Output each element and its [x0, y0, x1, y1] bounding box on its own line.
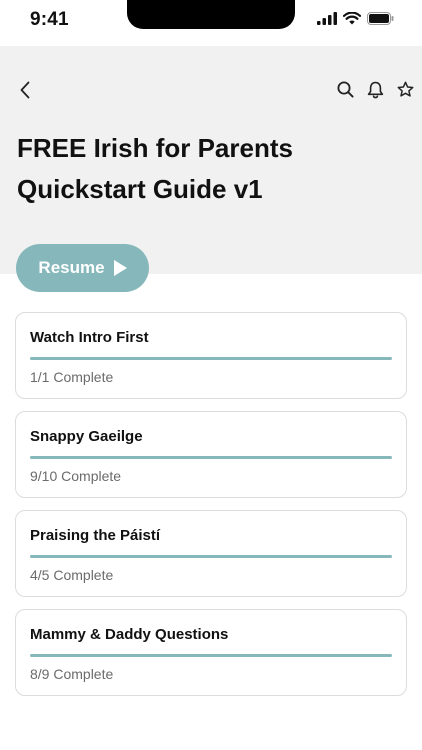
page-title: FREE Irish for Parents Quickstart Guide …: [17, 133, 293, 204]
notifications-button[interactable]: [364, 80, 386, 104]
lesson-progress-text: 9/10 Complete: [30, 468, 122, 484]
star-icon: [397, 81, 414, 103]
device-notch: [127, 0, 295, 29]
lesson-progress-bar: [30, 456, 392, 459]
lesson-progress-fill: [30, 357, 392, 360]
lesson-title: Snappy Gaeilge: [30, 428, 143, 445]
lesson-progress-bar: [30, 654, 392, 657]
lesson-title: Mammy & Daddy Questions: [30, 626, 229, 643]
lesson-list: Watch Intro First 1/1 Complete Snappy Ga…: [15, 312, 407, 708]
status-time: 9:41: [30, 9, 69, 30]
lesson-progress-text: 1/1 Complete: [30, 369, 114, 385]
play-icon: [113, 260, 127, 276]
wifi-icon: [342, 11, 362, 30]
lesson-card[interactable]: Snappy Gaeilge 9/10 Complete: [15, 411, 407, 498]
course-header: FREE Irish for Parents Quickstart Guide …: [0, 46, 422, 274]
resume-label: Resume: [38, 258, 105, 277]
lesson-progress-bar: [30, 555, 392, 558]
back-button[interactable]: [14, 80, 36, 104]
lesson-title: Praising the Páistí: [30, 527, 161, 544]
lesson-progress-fill: [30, 555, 392, 558]
app-screen: 9:41 FREE Irish for Parents Quickstart G…: [0, 0, 422, 750]
chevron-left-icon: [19, 81, 31, 104]
lesson-progress-text: 8/9 Complete: [30, 666, 114, 682]
status-icons: [317, 11, 394, 30]
lesson-progress-fill: [30, 654, 392, 657]
status-bar: 9:41: [0, 0, 422, 46]
search-icon: [337, 81, 354, 103]
search-button[interactable]: [334, 80, 356, 104]
lesson-title: Watch Intro First: [30, 329, 149, 346]
battery-icon: [367, 12, 394, 30]
signal-icon: [317, 12, 337, 30]
lesson-card[interactable]: Praising the Páistí 4/5 Complete: [15, 510, 407, 597]
lesson-progress-text: 4/5 Complete: [30, 567, 114, 583]
bell-icon: [367, 81, 384, 104]
resume-button[interactable]: Resume: [16, 244, 149, 292]
favorite-button[interactable]: [394, 80, 416, 104]
lesson-card[interactable]: Mammy & Daddy Questions 8/9 Complete: [15, 609, 407, 696]
lesson-card[interactable]: Watch Intro First 1/1 Complete: [15, 312, 407, 399]
lesson-progress-fill: [30, 456, 392, 459]
header-actions: [334, 80, 416, 104]
lesson-progress-bar: [30, 357, 392, 360]
